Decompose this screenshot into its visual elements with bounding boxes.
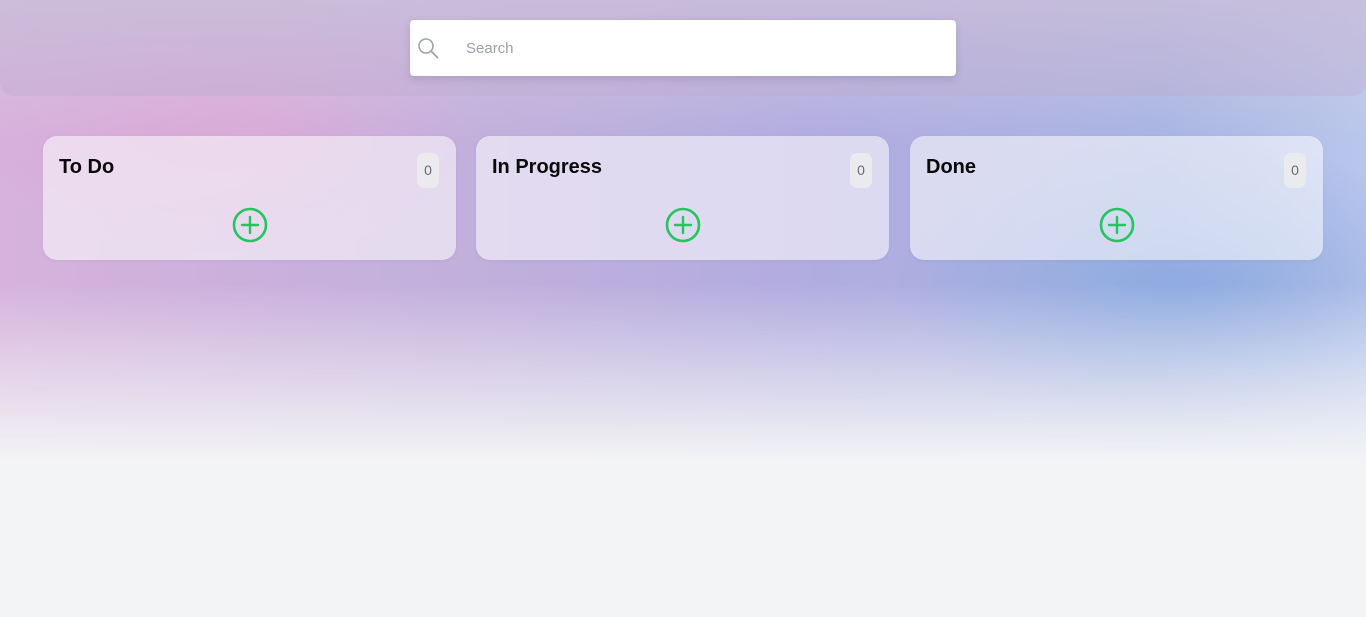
column-title: To Do — [59, 156, 115, 178]
column-count-badge: 0 — [1284, 153, 1306, 188]
column-title: In Progress — [492, 156, 603, 178]
column-done: Done 0 — [910, 136, 1323, 260]
column-title: Done — [926, 156, 976, 178]
search-input[interactable] — [456, 20, 946, 76]
add-task-button-todo[interactable] — [232, 207, 268, 243]
plus-circle-icon — [1099, 207, 1135, 243]
column-count-badge: 0 — [850, 153, 872, 188]
column-todo: To Do 0 — [43, 136, 456, 260]
column-in-progress: In Progress 0 — [476, 136, 889, 260]
board-page: To Do 0 In Progress 0 Done 0 — [0, 0, 1366, 617]
search-icon — [417, 37, 439, 59]
plus-circle-icon — [665, 207, 701, 243]
plus-circle-icon — [232, 207, 268, 243]
search-box[interactable] — [410, 20, 956, 76]
add-task-button-done[interactable] — [1099, 207, 1135, 243]
column-count-badge: 0 — [417, 153, 439, 188]
add-task-button-in-progress[interactable] — [665, 207, 701, 243]
header-bar — [0, 0, 1366, 96]
